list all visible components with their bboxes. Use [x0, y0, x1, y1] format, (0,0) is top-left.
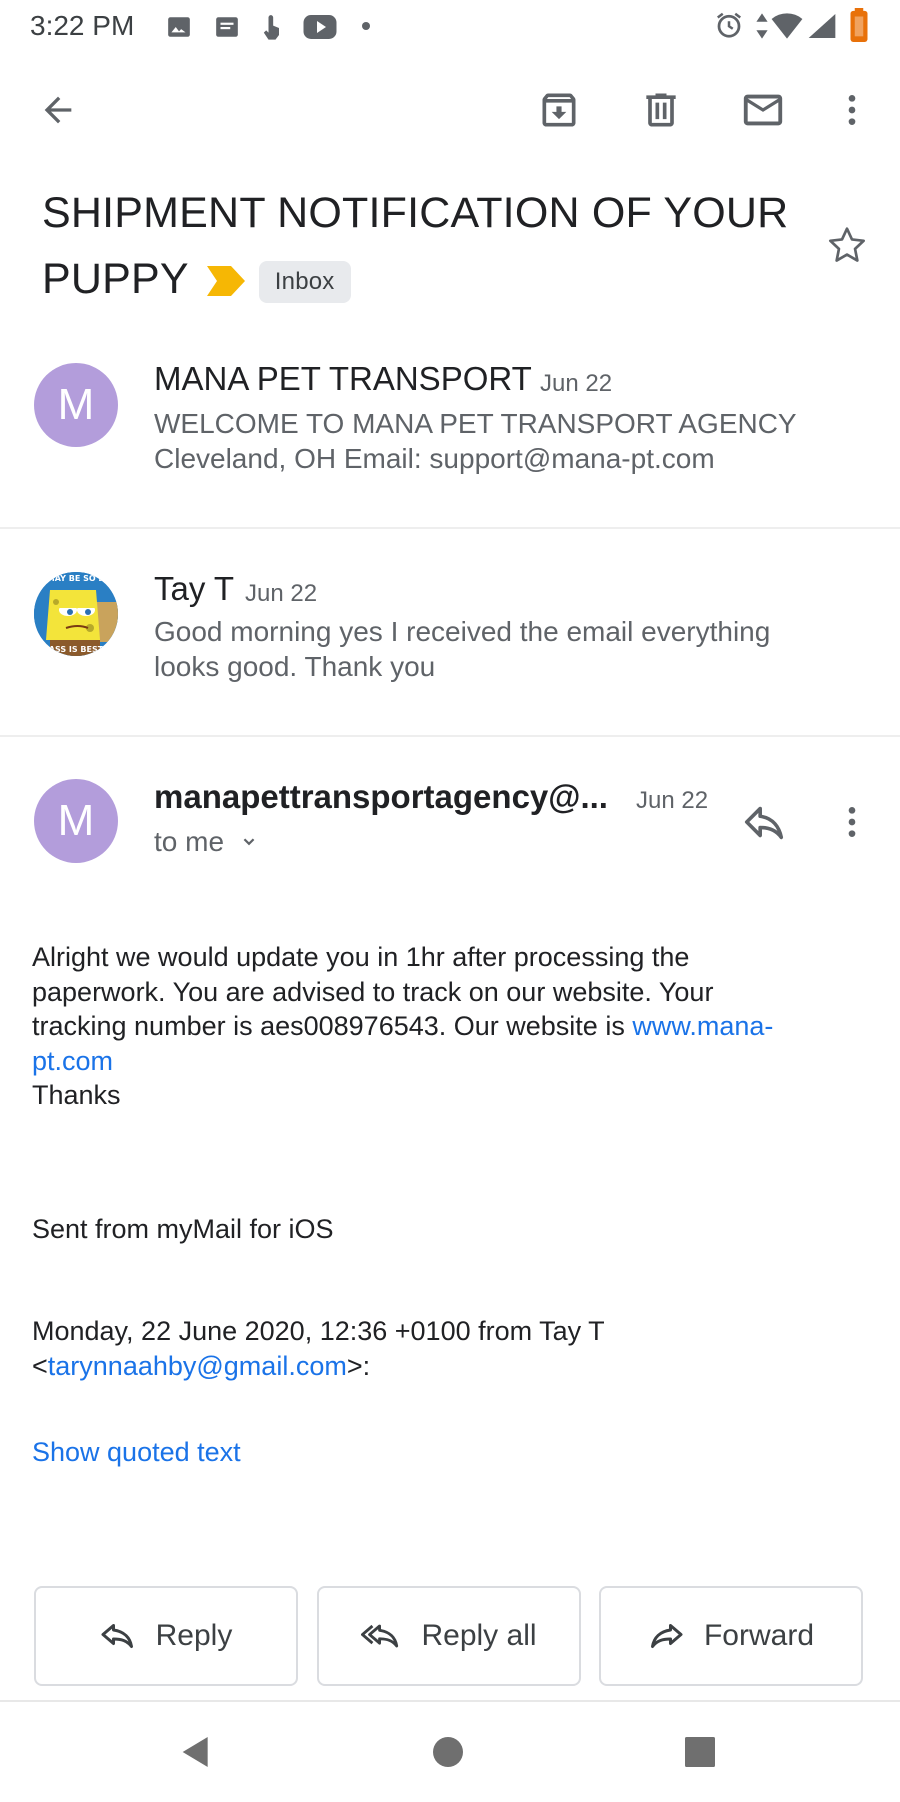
- avatar[interactable]: M: [34, 779, 118, 863]
- avatar-meme-text-bottom: ASS IS BEST: [48, 645, 104, 654]
- status-time: 3:22 PM: [30, 10, 135, 41]
- more-vert-icon: [848, 807, 856, 837]
- signature: Sent from myMail for iOS: [32, 1214, 334, 1244]
- status-bar: 3:22 PM: [0, 0, 900, 52]
- wifi-icon: [771, 13, 803, 39]
- reply-button[interactable]: Reply: [34, 1586, 298, 1686]
- sender-email[interactable]: manapettransportagency@...: [154, 778, 608, 816]
- show-quoted-text-link[interactable]: Show quoted text: [32, 1435, 241, 1470]
- website-link[interactable]: www.mana-: [632, 1011, 773, 1041]
- battery-icon: [850, 8, 868, 42]
- reply-icon-button[interactable]: [734, 792, 794, 852]
- more-vert-icon: [848, 95, 856, 125]
- message-more-button[interactable]: [822, 792, 882, 852]
- back-button[interactable]: [28, 80, 88, 140]
- forward-button[interactable]: Forward: [599, 1586, 863, 1686]
- website-link-cont[interactable]: pt.com: [32, 1046, 113, 1076]
- square-recents-icon: [685, 1737, 715, 1767]
- quoted-email-link[interactable]: tarynnaahby@gmail.com: [48, 1351, 347, 1381]
- chevron-down-icon: [243, 838, 255, 846]
- delete-button[interactable]: [631, 80, 691, 140]
- inbox-label-chip[interactable]: Inbox: [258, 260, 351, 303]
- news-icon: [216, 17, 238, 37]
- archive-button[interactable]: [529, 80, 589, 140]
- image-icon: [168, 17, 190, 37]
- touch-icon: [263, 15, 279, 40]
- mark-unread-button[interactable]: [733, 80, 793, 140]
- avatar-meme-text-top: IT MAY BE SO BUT: [35, 574, 117, 583]
- signal-icon: [808, 14, 836, 38]
- thanks-text: Thanks: [32, 1080, 121, 1110]
- message-row-1[interactable]: M MANA PET TRANSPORT Jun 22 WELCOME TO M…: [0, 340, 900, 528]
- avatar[interactable]: M: [34, 363, 118, 447]
- email-body: Alright we would update you in 1hr after…: [32, 940, 872, 1113]
- notification-dot-icon: [362, 22, 370, 30]
- more-options-button[interactable]: [822, 80, 882, 140]
- reply-icon: [101, 1624, 133, 1648]
- message-snippet: Good morning yes I received the email ev…: [154, 616, 771, 682]
- star-outline-icon: [828, 227, 866, 262]
- star-button[interactable]: [824, 222, 874, 272]
- youtube-icon: [303, 15, 337, 39]
- system-nav-bar: [0, 1700, 900, 1802]
- message-row-2[interactable]: IT MAY BE SO BUT ASS IS BEST Tay T Jun 2…: [0, 530, 900, 735]
- important-marker-icon[interactable]: [206, 249, 245, 315]
- sender-name: MANA PET TRANSPORT: [154, 360, 532, 397]
- divider: [0, 527, 900, 529]
- nav-recents-button[interactable]: [680, 1732, 730, 1782]
- recipient-details-toggle[interactable]: to me: [154, 826, 260, 858]
- message-date: Jun 22: [245, 580, 318, 607]
- message-date: Jun 22: [636, 787, 709, 814]
- message-snippet: WELCOME TO MANA PET TRANSPORT AGENCY Cle…: [154, 408, 797, 474]
- sender-name: Tay T: [154, 570, 235, 607]
- recipient-text: to me: [154, 826, 225, 857]
- arrow-left-icon: [44, 96, 72, 124]
- avatar[interactable]: IT MAY BE SO BUT ASS IS BEST: [34, 572, 118, 656]
- circle-home-icon: [433, 1737, 463, 1767]
- envelope-icon: [743, 94, 783, 126]
- reply-icon: [744, 806, 784, 840]
- email-subject: SHIPMENT NOTIFICATION OF YOUR PUPPY Inbox: [42, 180, 822, 315]
- data-arrows-icon: [756, 13, 768, 39]
- divider: [0, 735, 900, 737]
- forward-icon: [650, 1624, 683, 1648]
- archive-icon: [542, 93, 576, 127]
- reply-all-button[interactable]: Reply all: [317, 1586, 581, 1686]
- subject-line-1: SHIPMENT NOTIFICATION OF YOUR: [42, 189, 789, 237]
- alarm-icon: [717, 12, 741, 38]
- spongebob-meme-avatar: [34, 572, 118, 656]
- reply-all-icon: [361, 1624, 399, 1648]
- subject-line-2: PUPPY: [42, 255, 189, 303]
- nav-back-button[interactable]: [176, 1732, 226, 1782]
- quote-header: Monday, 22 June 2020, 12:36 +0100 from T…: [32, 1316, 605, 1381]
- nav-home-button[interactable]: [428, 1732, 478, 1782]
- trash-icon: [646, 93, 676, 127]
- message-date: Jun 22: [540, 370, 613, 397]
- triangle-back-icon: [182, 1737, 208, 1767]
